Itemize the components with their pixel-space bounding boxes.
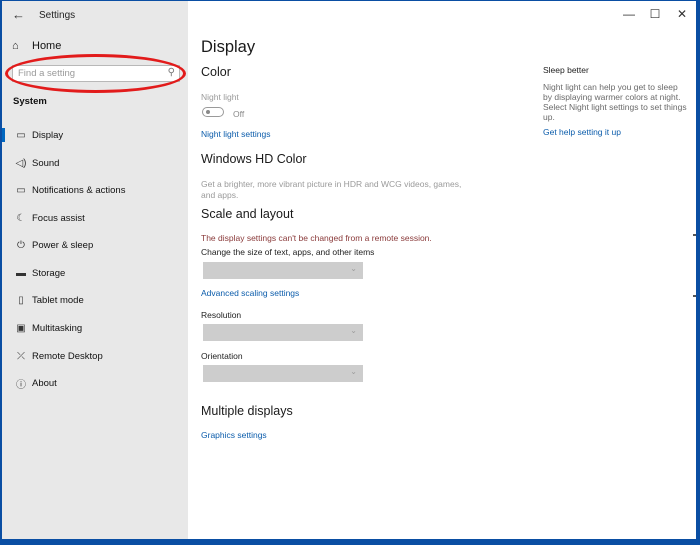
home-label: Home xyxy=(32,40,62,52)
home-nav-item[interactable]: ⌂ Home xyxy=(12,40,61,52)
sidebar-item-label: Focus assist xyxy=(32,212,85,224)
color-heading: Color xyxy=(201,65,231,79)
orientation-dropdown[interactable]: ⌄ xyxy=(203,365,363,382)
sleep-better-line3: Select Night light settings to set thing… xyxy=(543,102,687,112)
sleep-better-line1: Night light can help you get to sleep xyxy=(543,82,678,92)
focus-assist-icon: ☾ xyxy=(16,212,26,224)
notifications-icon: ▭ xyxy=(16,184,26,196)
sidebar-item-multitasking[interactable]: ▣ Multitasking xyxy=(2,317,188,339)
settings-window: ⌂ Home ⚲ System ▭ Display ◁) Sound ▭ Not… xyxy=(2,1,696,539)
sidebar-item-label: Multitasking xyxy=(32,322,83,334)
scrollbar-mark[interactable] xyxy=(693,234,696,236)
sidebar-item-label: Storage xyxy=(32,267,66,279)
remote-session-warning: The display settings can't be changed fr… xyxy=(201,233,432,243)
scale-layout-heading: Scale and layout xyxy=(201,207,294,221)
sidebar-item-label: Power & sleep xyxy=(32,239,94,251)
search-input[interactable] xyxy=(18,66,158,81)
night-light-settings-link[interactable]: Night light settings xyxy=(201,129,270,139)
sidebar-item-label: About xyxy=(32,377,57,389)
title-bar: ← Settings — ☐ ✕ xyxy=(2,1,696,29)
chevron-down-icon: ⌄ xyxy=(350,326,357,335)
display-icon: ▭ xyxy=(16,129,26,141)
maximize-button[interactable]: ☐ xyxy=(644,7,666,21)
page-title: Display xyxy=(201,38,256,56)
toggle-knob xyxy=(206,109,210,114)
minimize-button[interactable]: — xyxy=(618,7,640,21)
sidebar-item-focus-assist[interactable]: ☾ Focus assist xyxy=(2,207,188,229)
sidebar-item-tablet-mode[interactable]: ▯ Tablet mode xyxy=(2,289,188,311)
graphics-settings-link[interactable]: Graphics settings xyxy=(201,430,267,440)
sidebar-item-remote-desktop[interactable]: ⤫ Remote Desktop xyxy=(2,345,188,367)
hd-color-heading: Windows HD Color xyxy=(201,152,307,166)
back-arrow-icon[interactable]: ← xyxy=(12,7,25,22)
home-icon: ⌂ xyxy=(12,40,19,52)
sidebar-item-label: Sound xyxy=(32,157,60,169)
get-help-link[interactable]: Get help setting it up xyxy=(543,127,621,137)
sidebar-item-label: Display xyxy=(32,129,64,141)
sleep-better-line4: up. xyxy=(543,112,555,122)
sleep-better-title: Sleep better xyxy=(543,65,589,75)
power-icon: ⏻ xyxy=(17,239,25,251)
multiple-displays-heading: Multiple displays xyxy=(201,404,293,418)
close-button[interactable]: ✕ xyxy=(671,7,693,21)
chevron-down-icon: ⌄ xyxy=(350,264,357,273)
resolution-label: Resolution xyxy=(201,310,242,320)
storage-icon: ▬ xyxy=(16,267,26,279)
sidebar-item-about[interactable]: ⓘ About xyxy=(2,372,188,394)
sidebar-item-notifications[interactable]: ▭ Notifications & actions xyxy=(2,179,188,201)
multitasking-icon: ▣ xyxy=(16,322,26,334)
night-light-toggle[interactable] xyxy=(202,107,224,117)
orientation-label: Orientation xyxy=(201,351,243,361)
night-light-state: Off xyxy=(233,109,245,119)
advanced-scaling-link[interactable]: Advanced scaling settings xyxy=(201,288,299,298)
section-label-system: System xyxy=(13,96,47,107)
sidebar-item-storage[interactable]: ▬ Storage xyxy=(2,262,188,284)
resolution-dropdown[interactable]: ⌄ xyxy=(203,324,363,341)
sidebar-item-power-sleep[interactable]: ⏻ Power & sleep xyxy=(2,234,188,256)
sound-icon: ◁) xyxy=(15,157,27,169)
chevron-down-icon: ⌄ xyxy=(350,367,357,376)
hd-description-line2: and apps. xyxy=(201,190,239,200)
sidebar-item-sound[interactable]: ◁) Sound xyxy=(2,152,188,174)
sidebar-item-label: Notifications & actions xyxy=(32,184,126,196)
sidebar-item-label: Remote Desktop xyxy=(32,350,103,362)
sidebar-item-display[interactable]: ▭ Display xyxy=(2,124,188,146)
night-light-label: Night light xyxy=(201,92,239,102)
about-icon: ⓘ xyxy=(16,379,26,391)
sidebar-item-label: Tablet mode xyxy=(32,294,84,306)
scrollbar-mark[interactable] xyxy=(693,295,696,297)
search-icon[interactable]: ⚲ xyxy=(168,67,175,78)
window-title: Settings xyxy=(39,10,76,21)
remote-desktop-icon: ⤫ xyxy=(17,350,25,362)
search-box[interactable]: ⚲ xyxy=(12,65,180,82)
scale-dropdown[interactable]: ⌄ xyxy=(203,262,363,279)
sidebar: ⌂ Home ⚲ System ▭ Display ◁) Sound ▭ Not… xyxy=(2,1,188,539)
sleep-better-line2: by displaying warmer colors at night. xyxy=(543,92,681,102)
scale-label: Change the size of text, apps, and other… xyxy=(201,247,375,257)
hd-description-line1: Get a brighter, more vibrant picture in … xyxy=(201,179,462,189)
tablet-mode-icon: ▯ xyxy=(18,294,24,306)
